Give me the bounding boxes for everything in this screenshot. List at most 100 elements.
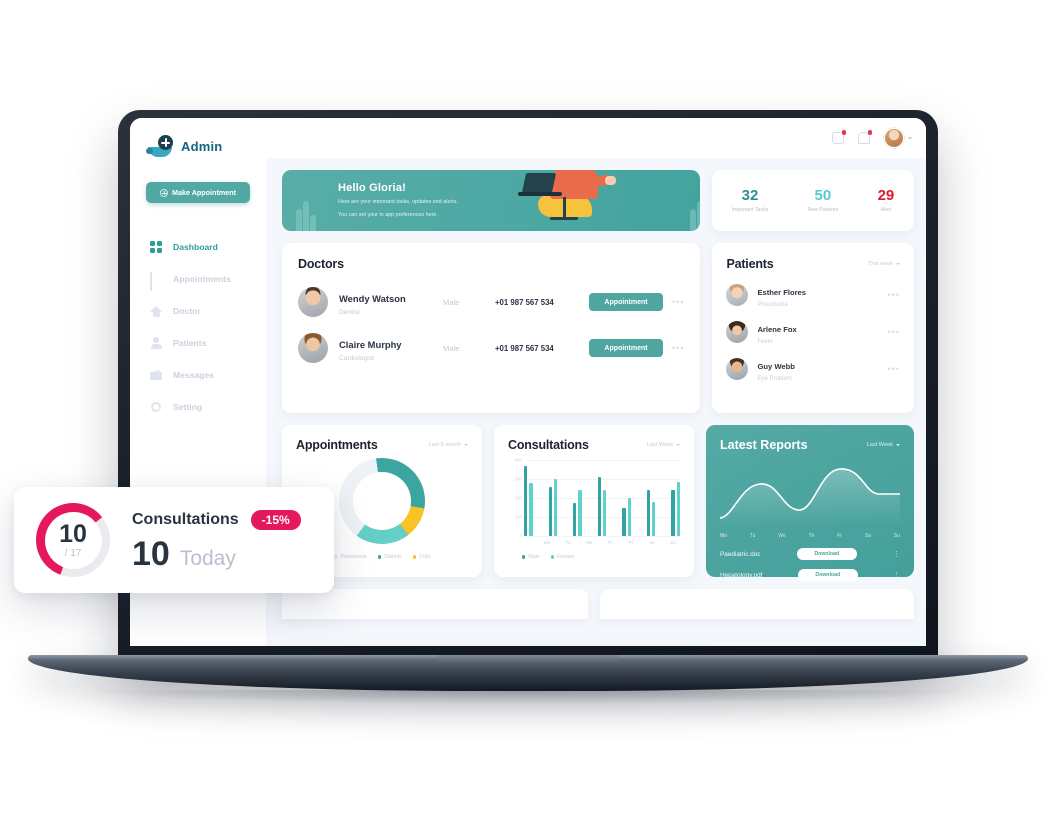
legend-label: Female — [557, 554, 575, 560]
stat-label-tasks: Important Tasks — [731, 207, 769, 213]
welcome-banner: Hello Gloria! Here are your important ta… — [282, 170, 700, 231]
sidebar-item-appointments[interactable]: Appointments — [130, 263, 266, 295]
doctor-role: Cardiologist — [339, 354, 374, 362]
legend-item: Cold — [412, 554, 430, 560]
bar — [548, 486, 552, 536]
bar-group — [671, 481, 680, 536]
bar-group — [646, 490, 656, 536]
sidebar-label-doctor: Doctor — [173, 306, 201, 316]
floating-card-title: Consultations — [132, 510, 239, 528]
patient-identity: Arlene Fox Fever — [757, 319, 878, 345]
row-menu-icon[interactable]: ••• — [672, 297, 684, 307]
y-tick-label: 200 — [514, 495, 522, 501]
avatar — [726, 358, 749, 380]
sidebar-item-patients[interactable]: Patients — [130, 327, 266, 359]
stat-new-patients: 50 New Patients — [808, 188, 839, 213]
row-menu-icon[interactable]: ••• — [672, 343, 684, 353]
row-menu-icon[interactable]: ••• — [888, 290, 900, 300]
appointments-filter-dropdown[interactable]: Last 6 month — [429, 442, 468, 448]
sidebar-item-setting[interactable]: Setting — [130, 391, 266, 423]
report-day-label: Mo — [720, 533, 727, 539]
doctors-header: Doctors — [298, 257, 684, 271]
y-tick-label: 100 — [514, 514, 522, 520]
bar — [671, 490, 675, 536]
bottom-stub-row — [282, 589, 914, 619]
sidebar-item-dashboard[interactable]: Dashboard — [130, 231, 266, 263]
consultations-filter-dropdown[interactable]: Last Week — [647, 442, 680, 448]
report-day-label: Su — [893, 533, 900, 539]
patients-filter-dropdown[interactable]: This week — [868, 261, 900, 267]
row-menu-icon[interactable]: ••• — [888, 327, 900, 337]
reports-filter-dropdown[interactable]: Last Week — [867, 442, 900, 448]
patient-condition: Eye Problem — [757, 376, 792, 382]
appointment-button[interactable]: Appointment — [589, 293, 663, 311]
doctor-name: Claire Murphy — [339, 338, 402, 350]
patients-title: Patients — [726, 257, 774, 271]
legend-item: Pneumonia — [334, 554, 367, 560]
list-item: Arlene Fox Fever ••• — [726, 319, 900, 345]
status-badge: -15% — [250, 509, 301, 530]
reports-header: Latest Reports Last Week — [720, 438, 900, 452]
consultations-header: Consultations Last Week — [508, 438, 680, 452]
chevron-down-icon — [896, 263, 900, 265]
patient-identity: Guy Webb Eye Problem — [757, 356, 878, 382]
bar-group — [622, 498, 631, 536]
legend-item: Male — [522, 554, 540, 560]
message-icon[interactable] — [832, 130, 846, 144]
consultations-filter-label: Last Week — [646, 442, 673, 448]
patient-condition: Fever — [757, 339, 773, 345]
sidebar-item-doctor[interactable]: Doctor — [130, 295, 266, 327]
bar — [646, 490, 651, 536]
appointment-button[interactable]: Appointment — [589, 339, 663, 357]
legend-label: Male — [528, 554, 540, 560]
avatar — [726, 321, 749, 343]
patient-name: Guy Webb — [757, 362, 795, 371]
screenshot-stage: Admin Make Appointment Dashboard Appoint… — [0, 0, 1056, 834]
y-tick-label: 300 — [514, 476, 522, 482]
avatar — [726, 284, 749, 306]
x-tick-label: Mo — [543, 540, 551, 545]
bar — [553, 479, 558, 536]
stat-important-tasks: 32 Important Tasks — [732, 188, 769, 213]
y-tick-label: 400 — [514, 457, 522, 463]
patients-header: Patients This week — [726, 257, 900, 271]
report-day-label: Th — [808, 533, 815, 539]
bar-groups — [524, 460, 680, 536]
patient-name: Esther Flores — [757, 288, 806, 297]
user-icon — [150, 337, 162, 349]
gauge-total: / 17 — [64, 547, 82, 559]
gauge-value: 10 — [59, 519, 87, 548]
chevron-down-icon — [464, 444, 468, 446]
make-appointment-button[interactable]: Make Appointment — [146, 182, 250, 203]
x-tick-label: Su — [670, 540, 676, 545]
download-button[interactable]: Download — [797, 569, 858, 581]
report-day-label: We — [778, 533, 786, 539]
bell-icon[interactable] — [858, 130, 872, 144]
x-tick-label: Tu — [565, 540, 571, 545]
row-menu-icon[interactable]: ••• — [888, 364, 900, 374]
row-menu-icon[interactable]: ⋮ — [893, 571, 900, 579]
download-button[interactable]: Download — [796, 548, 857, 560]
welcome-title: Hello Gloria! — [338, 182, 406, 194]
laptop-trackpad-notch — [438, 655, 618, 664]
bar-group — [573, 490, 582, 536]
patients-filter-label: This week — [867, 261, 893, 267]
user-menu[interactable] — [884, 128, 912, 148]
bar — [627, 498, 631, 536]
patient-condition: Pneumonia — [757, 302, 788, 308]
sidebar-item-messages[interactable]: Messages — [130, 359, 266, 391]
legend-item: Female — [550, 554, 575, 560]
doctor-gender: Male — [443, 297, 460, 307]
bar — [622, 507, 626, 536]
report-day-label: Sa — [864, 533, 871, 539]
home-icon — [150, 305, 162, 317]
bottom-card-right — [600, 589, 914, 619]
x-tick-label: Fr — [628, 540, 634, 545]
brand-logo: Admin — [130, 118, 266, 160]
doctor-name: Wendy Watson — [339, 292, 406, 304]
row-menu-icon[interactable]: ⋮ — [893, 550, 900, 558]
illustration-person — [518, 170, 616, 231]
welcome-line-1: Here are your important tasks, updates a… — [338, 199, 458, 205]
legend-item: Diabets — [377, 554, 402, 560]
doctors-card: Doctors Wendy Watson Dentist Male +01 98… — [282, 243, 701, 413]
